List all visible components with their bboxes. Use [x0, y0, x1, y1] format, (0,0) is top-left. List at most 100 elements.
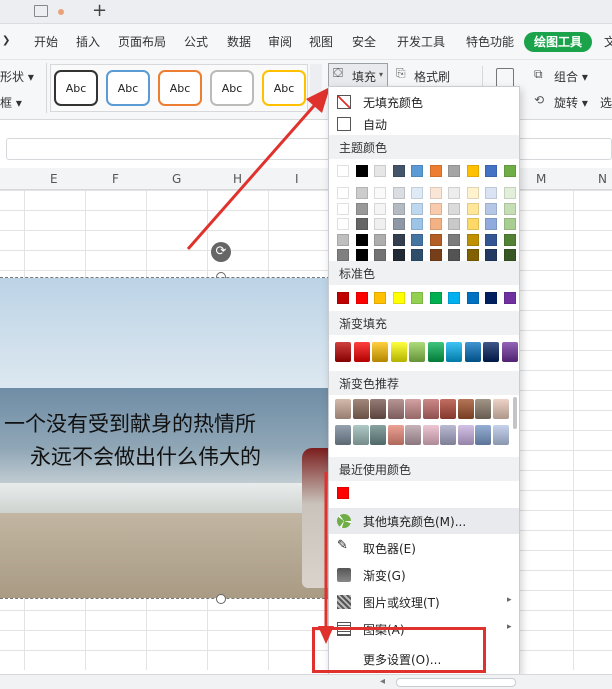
gradient-recommend-swatch[interactable] — [475, 399, 491, 419]
recommend-scrollbar[interactable] — [513, 397, 517, 429]
format-painter-button[interactable]: 格式刷 — [414, 68, 450, 85]
theme-color-swatch[interactable] — [466, 249, 479, 261]
standard-color-swatch[interactable] — [337, 292, 349, 304]
gradient-recommend-swatch[interactable] — [335, 399, 351, 419]
gradient-fill-swatch[interactable] — [427, 342, 444, 362]
theme-color-swatch[interactable] — [466, 233, 479, 246]
theme-color-swatch[interactable] — [411, 202, 423, 215]
gradient-fill-swatch[interactable] — [353, 342, 370, 362]
gradient-recommend-swatch[interactable] — [387, 425, 404, 445]
scroll-thumb[interactable] — [396, 678, 516, 687]
theme-color-swatch[interactable] — [503, 218, 516, 230]
horizontal-scrollbar[interactable]: ◂ — [0, 674, 612, 689]
theme-color-swatch[interactable] — [374, 249, 386, 261]
column-header-n[interactable]: N — [598, 172, 607, 186]
theme-color-swatch[interactable] — [355, 218, 368, 230]
theme-color-swatch[interactable] — [337, 233, 349, 246]
gradient-recommend-swatch[interactable] — [492, 399, 509, 419]
theme-color-swatch[interactable] — [355, 165, 368, 177]
gradient-recommend-swatch[interactable] — [440, 425, 456, 445]
gradient-recommend-swatch[interactable] — [370, 399, 386, 419]
rotate-handle-icon[interactable]: ⟳ — [211, 242, 231, 262]
theme-color-swatch[interactable] — [466, 187, 479, 199]
theme-color-swatch[interactable] — [337, 249, 349, 261]
theme-color-swatch[interactable] — [392, 165, 405, 177]
theme-color-swatch[interactable] — [411, 233, 423, 246]
gradient-fill-swatch[interactable] — [390, 342, 407, 362]
column-header-f[interactable]: F — [112, 172, 119, 186]
column-header-e[interactable]: E — [50, 172, 58, 186]
theme-color-swatch[interactable] — [429, 233, 442, 246]
beach-picture[interactable]: 一个没有受到献身的热情所 永远不会做出什么伟大的 — [0, 277, 330, 599]
theme-color-swatch[interactable] — [448, 165, 460, 177]
gradient-recommend-swatch[interactable] — [352, 425, 369, 445]
standard-color-swatch[interactable] — [448, 292, 460, 304]
theme-color-swatch[interactable] — [429, 187, 442, 199]
gradient-fill-swatch[interactable] — [483, 342, 499, 362]
theme-color-swatch[interactable] — [374, 218, 386, 230]
standard-color-swatch[interactable] — [355, 292, 368, 304]
theme-color-swatch[interactable] — [448, 233, 460, 246]
theme-color-swatch[interactable] — [503, 202, 516, 215]
new-tab-plus-icon[interactable]: + — [92, 0, 107, 22]
tab-data[interactable]: 数据 — [227, 33, 251, 50]
theme-color-swatch[interactable] — [411, 165, 423, 177]
gradient-recommend-swatch[interactable] — [405, 399, 421, 419]
standard-color-swatch[interactable] — [392, 292, 405, 304]
gradient-recommend-swatch[interactable] — [457, 399, 474, 419]
theme-color-swatch[interactable] — [448, 218, 460, 230]
theme-color-swatch[interactable] — [337, 165, 349, 177]
eyedropper-item[interactable]: ✎ 取色器(E) — [329, 535, 519, 561]
select-button[interactable]: 选 — [600, 94, 612, 111]
theme-color-swatch[interactable] — [485, 218, 497, 230]
group-button[interactable]: 组合 ▾ — [554, 68, 588, 85]
theme-color-swatch[interactable] — [429, 249, 442, 261]
shape-button[interactable]: 形状 ▾ — [0, 68, 34, 85]
resize-handle-bottom[interactable] — [216, 594, 226, 604]
tab-insert[interactable]: 插入 — [76, 33, 100, 50]
theme-color-swatch[interactable] — [392, 202, 405, 215]
more-fill-colors-item[interactable]: 其他填充颜色(M)... — [329, 508, 519, 534]
tab-page-layout[interactable]: 页面布局 — [118, 33, 166, 50]
theme-color-swatch[interactable] — [429, 165, 442, 177]
theme-color-swatch[interactable] — [411, 187, 423, 199]
tab-text[interactable]: 文 — [604, 33, 612, 50]
theme-color-swatch[interactable] — [503, 187, 516, 199]
standard-color-swatch[interactable] — [374, 292, 386, 304]
theme-color-swatch[interactable] — [337, 187, 349, 199]
tab-view[interactable]: 视图 — [309, 33, 333, 50]
gradient-fill-swatch[interactable] — [446, 342, 462, 362]
gradient-recommend-swatch[interactable] — [352, 399, 369, 419]
gradient-recommend-swatch[interactable] — [422, 399, 439, 419]
gradient-recommend-swatch[interactable] — [422, 425, 439, 445]
standard-color-swatch[interactable] — [503, 292, 516, 304]
theme-color-swatch[interactable] — [355, 233, 368, 246]
gradient-recommend-swatch[interactable] — [405, 425, 421, 445]
gradient-fill-swatch[interactable] — [464, 342, 481, 362]
column-header-m[interactable]: M — [536, 172, 546, 186]
tab-formulas[interactable]: 公式 — [184, 33, 208, 50]
gradient-recommend-swatch[interactable] — [440, 399, 456, 419]
fill-button[interactable]: ⛋ 填充 ▾ — [328, 63, 388, 87]
tab-drawing-tools[interactable]: 绘图工具 — [524, 32, 593, 52]
gradient-recommend-swatch[interactable] — [370, 425, 386, 445]
theme-color-swatch[interactable] — [392, 187, 405, 199]
theme-color-swatch[interactable] — [466, 202, 479, 215]
collapse-chevron-icon[interactable]: ❯ — [2, 35, 10, 46]
theme-color-swatch[interactable] — [411, 249, 423, 261]
theme-color-swatch[interactable] — [448, 249, 460, 261]
standard-color-swatch[interactable] — [429, 292, 442, 304]
gradient-recommend-swatch[interactable] — [492, 425, 509, 445]
window-icon[interactable] — [34, 5, 48, 17]
theme-color-swatch[interactable] — [466, 165, 479, 177]
theme-color-swatch[interactable] — [429, 218, 442, 230]
gradient-recommend-swatch[interactable] — [335, 425, 351, 445]
style-preset-2[interactable]: Abc — [106, 70, 150, 106]
standard-color-swatch[interactable] — [466, 292, 479, 304]
rotate-button[interactable]: 旋转 ▾ — [554, 94, 588, 111]
theme-color-swatch[interactable] — [429, 202, 442, 215]
recent-color-swatch[interactable] — [337, 487, 349, 499]
gradient-fill-swatch[interactable] — [501, 342, 518, 362]
standard-color-swatch[interactable] — [485, 292, 497, 304]
theme-color-swatch[interactable] — [355, 202, 368, 215]
